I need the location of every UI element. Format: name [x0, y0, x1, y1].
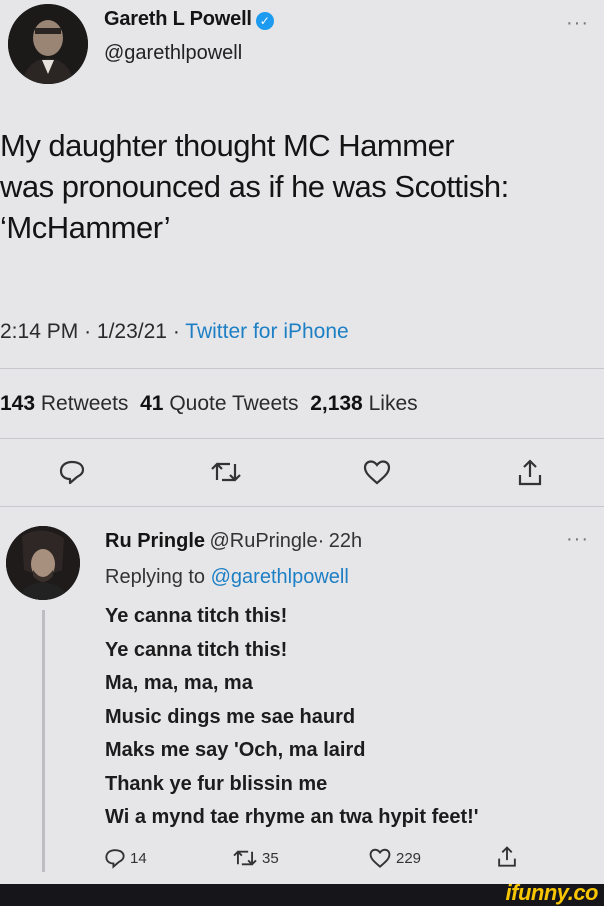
reply-text-line: Ye canna titch this!: [105, 638, 288, 661]
like-icon: [363, 460, 391, 485]
author-avatar-image: [8, 4, 88, 84]
replying-to: Replying to @garethlpowell: [105, 566, 349, 589]
reply-like-button[interactable]: 229: [368, 847, 421, 869]
tweet-date: 1/23/21: [96, 320, 167, 343]
reply-retweet-button[interactable]: 35: [232, 847, 279, 869]
tweet-stats: 143 Retweets 41 Quote Tweets 2,138 Likes: [0, 392, 418, 416]
retweet-icon: [233, 850, 257, 866]
reply-icon: [59, 460, 85, 485]
replying-to-prefix: Replying to: [105, 566, 206, 588]
tweet-text-line: was pronounced as if he was Scottish:: [0, 169, 509, 204]
reply-retweet-count: 35: [262, 849, 279, 867]
tweet-source-link[interactable]: Twitter for iPhone: [185, 320, 348, 343]
reply-age: 22h: [328, 530, 363, 552]
reply-more-options-icon[interactable]: ···: [566, 528, 589, 551]
tweet-text-line: My daughter thought MC Hammer: [0, 128, 455, 163]
share-icon: [518, 459, 542, 486]
share-button[interactable]: [516, 458, 544, 488]
reply-author-handle[interactable]: @RuPringle: [209, 530, 317, 552]
likes-count: 2,138: [310, 392, 363, 415]
reply-text-line: Wi a mynd tae rhyme an twa hypit feet!': [105, 806, 479, 828]
reply-text-line: Ma, ma, ma, ma: [105, 672, 253, 694]
quotes-label: Quote Tweets: [169, 392, 299, 415]
retweets-stat[interactable]: 143 Retweets: [0, 392, 128, 415]
reply-button[interactable]: [58, 458, 86, 486]
meta-separator: ·: [84, 320, 92, 343]
author-avatar[interactable]: [8, 4, 88, 84]
reply-icon: [105, 849, 125, 869]
divider: [0, 368, 604, 369]
more-options-icon[interactable]: ···: [566, 12, 589, 35]
tweet-time: 2:14 PM: [0, 320, 79, 343]
reply-share-button[interactable]: [496, 845, 518, 869]
reply-text-line: Ye canna titch this!: [105, 605, 288, 627]
reply-text-line: Music dings me sae haurd: [105, 705, 356, 728]
like-icon: [369, 848, 391, 868]
reply-reply-button[interactable]: 14: [104, 847, 147, 869]
reply-text: Ye canna titch this! Ye canna titch this…: [105, 600, 595, 835]
likes-stat[interactable]: 2,138 Likes: [310, 392, 417, 415]
reply-author-avatar[interactable]: [6, 526, 80, 600]
tweet-text: My daughter thought MC Hammer was pronou…: [0, 125, 604, 248]
likes-label: Likes: [368, 392, 418, 415]
retweet-icon: [211, 462, 241, 482]
like-button[interactable]: [362, 458, 392, 486]
retweets-label: Retweets: [40, 392, 129, 415]
share-icon: [498, 846, 516, 867]
reply-avatar-image: [6, 526, 80, 600]
author-name[interactable]: Gareth L Powell: [104, 8, 252, 30]
tweet-meta: 2:14 PM · 1/23/21 · Twitter for iPhone: [0, 320, 349, 344]
quotes-count: 41: [140, 392, 164, 415]
replying-to-handle[interactable]: @garethlpowell: [211, 566, 349, 588]
verified-badge-icon: ✓: [255, 11, 274, 30]
tweet-text-line: ‘McHammer’: [0, 210, 171, 245]
reply-text-line: Maks me say 'Och, ma laird: [105, 739, 366, 761]
reply-header: Ru Pringle @RuPringle· 22h: [105, 530, 362, 553]
reply-reply-count: 14: [130, 849, 147, 867]
retweets-count: 143: [0, 392, 36, 415]
thread-line: [42, 610, 45, 872]
reply-like-count: 229: [396, 849, 422, 867]
reply-author-name[interactable]: Ru Pringle: [105, 530, 205, 552]
retweet-button[interactable]: [210, 458, 242, 486]
author-handle[interactable]: @garethlpowell: [104, 42, 242, 65]
divider: [0, 438, 604, 439]
watermark-logo: ifunny.co: [505, 880, 599, 905]
quotes-stat[interactable]: 41 Quote Tweets: [140, 392, 298, 415]
reply-text-line: Thank ye fur blissin me: [105, 772, 328, 795]
reply-separator: ·: [317, 530, 325, 552]
watermark-bar: ifunny.co: [0, 880, 604, 906]
meta-separator: ·: [172, 320, 180, 343]
divider: [0, 506, 604, 507]
